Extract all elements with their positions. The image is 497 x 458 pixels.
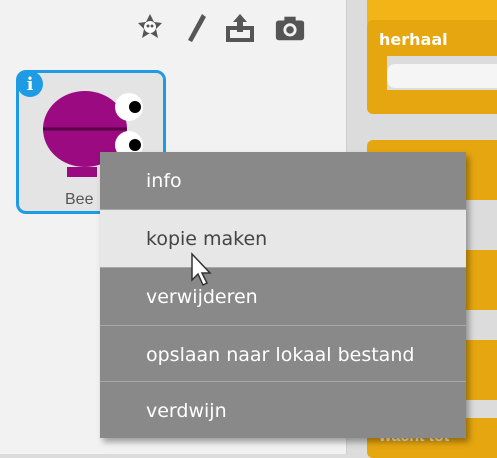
repeat-block-label: herhaal bbox=[379, 30, 448, 49]
paint-new-sprite-icon[interactable] bbox=[134, 10, 166, 46]
menu-item-save-local[interactable]: opslaan naar lokaal bestand bbox=[100, 326, 466, 383]
sprite-toolbar bbox=[0, 0, 346, 60]
sprite-name: Bee bbox=[65, 191, 94, 208]
camera-icon[interactable] bbox=[274, 10, 306, 46]
menu-item-info[interactable]: info bbox=[100, 152, 466, 209]
menu-item-hide[interactable]: verdwijn bbox=[100, 382, 466, 439]
repeat-block-bottom bbox=[367, 90, 497, 114]
menu-item-duplicate[interactable]: kopie maken bbox=[100, 210, 466, 267]
context-menu: info kopie maken verwijderen opslaan naa… bbox=[100, 152, 466, 438]
pencil-icon[interactable] bbox=[180, 10, 212, 46]
repeat-block-slot bbox=[387, 64, 497, 88]
upload-sprite-icon[interactable] bbox=[224, 10, 256, 46]
menu-item-delete[interactable]: verwijderen bbox=[100, 268, 466, 325]
mouse-pointer-icon bbox=[191, 252, 212, 287]
repeat-block[interactable]: herhaal bbox=[367, 20, 497, 56]
